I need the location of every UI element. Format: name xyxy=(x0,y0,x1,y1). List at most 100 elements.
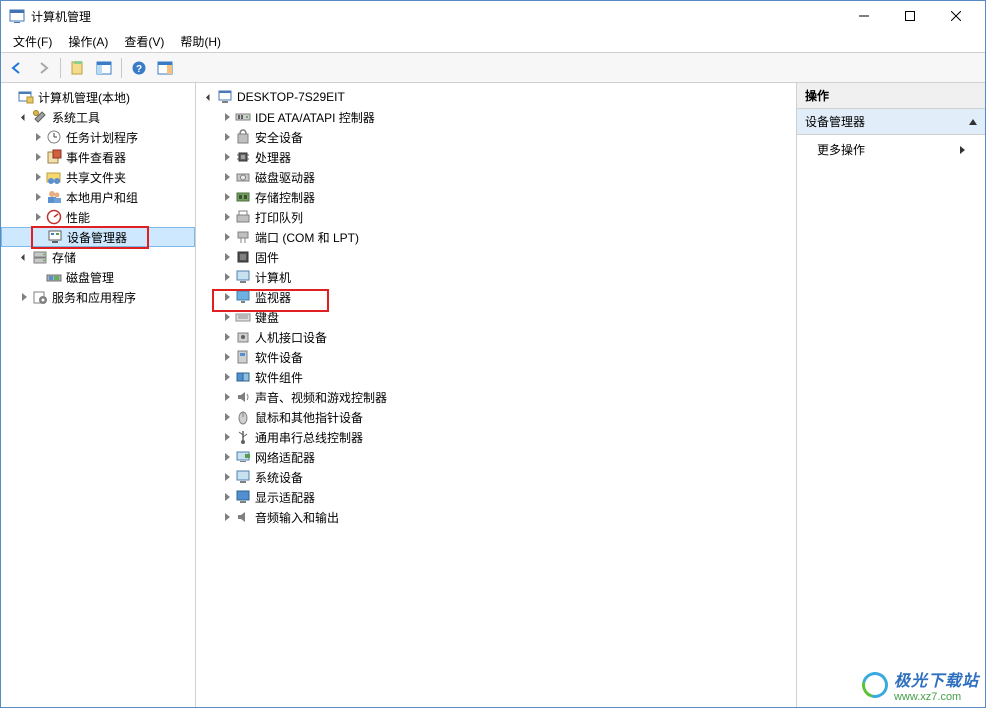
device-category[interactable]: 存储控制器 xyxy=(196,187,796,207)
actions-section-title[interactable]: 设备管理器 xyxy=(797,109,985,135)
ports-icon xyxy=(235,229,251,245)
window-controls xyxy=(841,1,979,31)
watermark: 极光下载站 www.xz7.com xyxy=(862,667,979,703)
device-category[interactable]: 计算机 xyxy=(196,267,796,287)
watermark-name: 极光下载站 xyxy=(894,667,979,691)
toolbar-actionpane-button[interactable] xyxy=(153,56,177,80)
tree-performance[interactable]: 性能 xyxy=(1,207,195,227)
tree-disk-mgmt[interactable]: 磁盘管理 xyxy=(1,267,195,287)
expander-icon[interactable] xyxy=(220,430,234,444)
device-category[interactable]: 音频输入和输出 xyxy=(196,507,796,527)
device-category[interactable]: 显示适配器 xyxy=(196,487,796,507)
expander-icon[interactable] xyxy=(220,270,234,284)
expander-icon[interactable] xyxy=(220,230,234,244)
right-pane: 操作 设备管理器 更多操作 xyxy=(797,83,985,707)
firmware-icon xyxy=(235,249,251,265)
device-category[interactable]: 网络适配器 xyxy=(196,447,796,467)
minimize-button[interactable] xyxy=(841,1,887,31)
expander-icon[interactable] xyxy=(31,210,45,224)
expander-icon[interactable] xyxy=(220,450,234,464)
menu-view[interactable]: 查看(V) xyxy=(116,31,172,52)
expander-icon[interactable] xyxy=(220,110,234,124)
event-icon xyxy=(46,149,62,165)
device-category[interactable]: 系统设备 xyxy=(196,467,796,487)
device-category[interactable]: 磁盘驱动器 xyxy=(196,167,796,187)
toolbar-forward-button[interactable] xyxy=(31,56,55,80)
toolbar-back-button[interactable] xyxy=(5,56,29,80)
expander-icon[interactable] xyxy=(220,210,234,224)
menu-file[interactable]: 文件(F) xyxy=(5,31,60,52)
expander-icon[interactable] xyxy=(31,130,45,144)
menu-action[interactable]: 操作(A) xyxy=(60,31,116,52)
tree-event-viewer[interactable]: 事件查看器 xyxy=(1,147,195,167)
expander-icon[interactable] xyxy=(220,310,234,324)
expander-icon[interactable] xyxy=(17,250,31,264)
menubar: 文件(F) 操作(A) 查看(V) 帮助(H) xyxy=(1,31,985,53)
toolbar-help-button[interactable]: ? xyxy=(127,56,151,80)
toolbar-properties-button[interactable] xyxy=(66,56,90,80)
expander-icon[interactable] xyxy=(202,90,216,104)
device-category[interactable]: 固件 xyxy=(196,247,796,267)
device-category[interactable]: 鼠标和其他指针设备 xyxy=(196,407,796,427)
device-category[interactable]: 软件组件 xyxy=(196,367,796,387)
main-area: 计算机管理(本地) 系统工具 任务计划程序 事件查看器 共享文件夹 本地用户和组 xyxy=(1,83,985,707)
expander-icon[interactable] xyxy=(17,110,31,124)
tree-storage[interactable]: 存储 xyxy=(1,247,195,267)
toolbar-separator xyxy=(60,58,61,78)
expander-icon[interactable] xyxy=(220,150,234,164)
maximize-button[interactable] xyxy=(887,1,933,31)
collapse-icon xyxy=(969,119,977,125)
device-category[interactable]: 通用串行总线控制器 xyxy=(196,427,796,447)
device-category[interactable]: 软件设备 xyxy=(196,347,796,367)
toolbar: ? xyxy=(1,53,985,83)
expander-icon[interactable] xyxy=(220,190,234,204)
tree-services[interactable]: 服务和应用程序 xyxy=(1,287,195,307)
menu-help[interactable]: 帮助(H) xyxy=(172,31,229,52)
expander-icon[interactable] xyxy=(17,290,31,304)
device-category[interactable]: 处理器 xyxy=(196,147,796,167)
device-category[interactable]: 人机接口设备 xyxy=(196,327,796,347)
tree-label: 端口 (COM 和 LPT) xyxy=(255,229,359,246)
expander-icon[interactable] xyxy=(220,350,234,364)
tree-local-users[interactable]: 本地用户和组 xyxy=(1,187,195,207)
tree-label: DESKTOP-7S29EIT xyxy=(237,90,345,104)
tree-system-tools[interactable]: 系统工具 xyxy=(1,107,195,127)
expander-icon[interactable] xyxy=(220,330,234,344)
device-category[interactable]: 监视器 xyxy=(196,287,796,307)
expander-icon[interactable] xyxy=(220,410,234,424)
expander-icon[interactable] xyxy=(220,370,234,384)
expander-icon[interactable] xyxy=(220,390,234,404)
expander-icon[interactable] xyxy=(31,190,45,204)
device-category[interactable]: 安全设备 xyxy=(196,127,796,147)
expander-icon[interactable] xyxy=(31,150,45,164)
expander-icon[interactable] xyxy=(220,470,234,484)
expander-icon[interactable] xyxy=(220,490,234,504)
device-category[interactable]: IDE ATA/ATAPI 控制器 xyxy=(196,107,796,127)
device-category[interactable]: 声音、视频和游戏控制器 xyxy=(196,387,796,407)
window-title: 计算机管理 xyxy=(31,8,841,25)
tree-label: 任务计划程序 xyxy=(66,129,138,146)
device-root[interactable]: DESKTOP-7S29EIT xyxy=(196,87,796,107)
tree-label: 鼠标和其他指针设备 xyxy=(255,409,363,426)
expander-icon[interactable] xyxy=(220,290,234,304)
expander-icon[interactable] xyxy=(220,250,234,264)
more-actions[interactable]: 更多操作 xyxy=(797,135,985,164)
system-device-icon xyxy=(235,469,251,485)
device-category[interactable]: 端口 (COM 和 LPT) xyxy=(196,227,796,247)
tree-root[interactable]: 计算机管理(本地) xyxy=(1,87,195,107)
tree-label: 声音、视频和游戏控制器 xyxy=(255,389,387,406)
expander-icon[interactable] xyxy=(220,510,234,524)
tree-device-manager[interactable]: 设备管理器 xyxy=(1,227,195,247)
expander-icon[interactable] xyxy=(31,170,45,184)
computer-icon xyxy=(235,269,251,285)
close-button[interactable] xyxy=(933,1,979,31)
expander-icon[interactable] xyxy=(220,170,234,184)
device-category[interactable]: 打印队列 xyxy=(196,207,796,227)
tree-shared-folders[interactable]: 共享文件夹 xyxy=(1,167,195,187)
toolbar-showhide-button[interactable] xyxy=(92,56,116,80)
expander-icon[interactable] xyxy=(220,130,234,144)
tree-label: 通用串行总线控制器 xyxy=(255,429,363,446)
actions-header: 操作 xyxy=(797,83,985,109)
tree-task-scheduler[interactable]: 任务计划程序 xyxy=(1,127,195,147)
device-category-keyboard[interactable]: 键盘 xyxy=(196,307,796,327)
